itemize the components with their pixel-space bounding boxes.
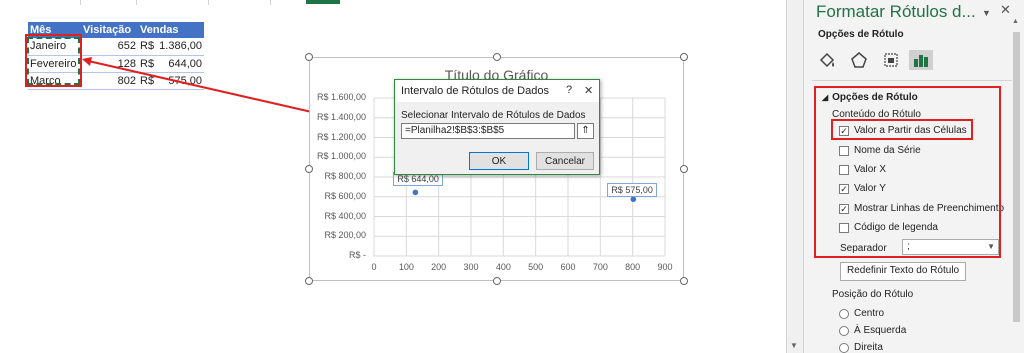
- sheet-vertical-scrollbar[interactable]: ▼: [786, 0, 803, 353]
- pane-subtitle[interactable]: Opções de Rótulo: [818, 29, 904, 40]
- resize-handle[interactable]: [680, 53, 688, 61]
- range-input[interactable]: =Planilha2!$B$3:$B$5: [401, 123, 575, 139]
- dialog-title: Intervalo de Rótulos de Dados: [401, 85, 549, 97]
- format-data-labels-pane[interactable]: Formatar Rótulos d... ▼ ✕ Opções de Rótu…: [803, 0, 1024, 353]
- resize-handle[interactable]: [680, 165, 688, 173]
- data-label-range-dialog[interactable]: Intervalo de Rótulos de Dados ? ✕ Seleci…: [394, 79, 600, 175]
- y-tick-label: R$ 600,00: [324, 190, 366, 201]
- y-tick-label: R$ 400,00: [324, 210, 366, 221]
- x-tick-label: 200: [431, 262, 447, 272]
- resize-handle[interactable]: [493, 277, 501, 285]
- scroll-down-icon[interactable]: ▼: [790, 341, 798, 350]
- resize-handle[interactable]: [680, 277, 688, 285]
- y-tick-label: R$ 1.600,00: [316, 92, 366, 102]
- ok-button[interactable]: OK: [469, 152, 529, 170]
- y-tick-label: R$ -: [348, 250, 366, 260]
- cancel-button[interactable]: Cancelar: [536, 152, 594, 170]
- dialog-prompt: Selecionar Intervalo de Rótulos de Dados: [401, 110, 586, 121]
- x-tick-label: 0: [371, 262, 377, 272]
- help-icon[interactable]: ?: [566, 84, 572, 96]
- label-position-heading: Posição do Rótulo: [832, 289, 914, 300]
- spreadsheet-area[interactable]: Mês Visitação Vendas Janeiro 652 R$ 1.386…: [0, 0, 786, 353]
- x-tick-label: 600: [560, 262, 576, 272]
- chevron-down-icon[interactable]: ▼: [982, 8, 991, 18]
- highlight-box-value-from-cells: [831, 119, 973, 140]
- position-left[interactable]: À Esquerda: [839, 325, 906, 336]
- collapse-dialog-icon[interactable]: ⇑: [577, 123, 594, 139]
- x-tick-label: 900: [657, 262, 673, 272]
- option-label: Centro: [854, 308, 885, 319]
- effects-icon[interactable]: [849, 50, 869, 70]
- divider: [812, 80, 1012, 81]
- option-label: Direita: [854, 342, 883, 353]
- data-point[interactable]: [630, 196, 637, 203]
- label-options-icon[interactable]: [909, 50, 933, 70]
- data-label[interactable]: R$ 575,00: [607, 183, 657, 198]
- x-tick-label: 300: [463, 262, 479, 272]
- x-tick-label: 100: [398, 262, 414, 272]
- x-tick-label: 800: [625, 262, 641, 272]
- fill-line-icon[interactable]: [817, 50, 837, 70]
- close-icon[interactable]: ✕: [584, 84, 593, 97]
- size-properties-icon[interactable]: [881, 50, 901, 70]
- option-label: À Esquerda: [854, 325, 907, 336]
- pane-title: Formatar Rótulos d...: [816, 2, 976, 21]
- scroll-up-icon[interactable]: ▲: [1012, 18, 1019, 25]
- x-tick-label: 700: [592, 262, 608, 272]
- highlight-box-options: [814, 86, 1001, 258]
- data-point[interactable]: [412, 189, 419, 196]
- y-tick-label: R$ 800,00: [324, 171, 366, 181]
- radio[interactable]: [839, 325, 849, 336]
- resize-handle[interactable]: [493, 53, 501, 61]
- radio[interactable]: [839, 342, 849, 353]
- close-icon[interactable]: ✕: [1000, 2, 1011, 18]
- resize-handle[interactable]: [305, 165, 313, 173]
- position-right[interactable]: Direita: [839, 342, 883, 353]
- pane-scrollbar[interactable]: ▲: [1010, 18, 1023, 353]
- radio[interactable]: [839, 308, 849, 319]
- x-tick-label: 500: [528, 262, 544, 272]
- y-tick-label: R$ 1.000,00: [316, 151, 366, 162]
- x-tick-label: 400: [495, 262, 511, 272]
- resize-handle[interactable]: [305, 277, 313, 285]
- y-tick-label: R$ 200,00: [324, 230, 366, 241]
- y-tick-label: R$ 1.400,00: [316, 111, 366, 122]
- reset-label-text-button[interactable]: Redefinir Texto do Rótulo: [840, 262, 967, 281]
- scroll-thumb[interactable]: [1013, 32, 1020, 322]
- y-tick-label: R$ 1.200,00: [316, 131, 366, 142]
- position-center[interactable]: Centro: [839, 308, 884, 319]
- resize-handle[interactable]: [305, 53, 313, 61]
